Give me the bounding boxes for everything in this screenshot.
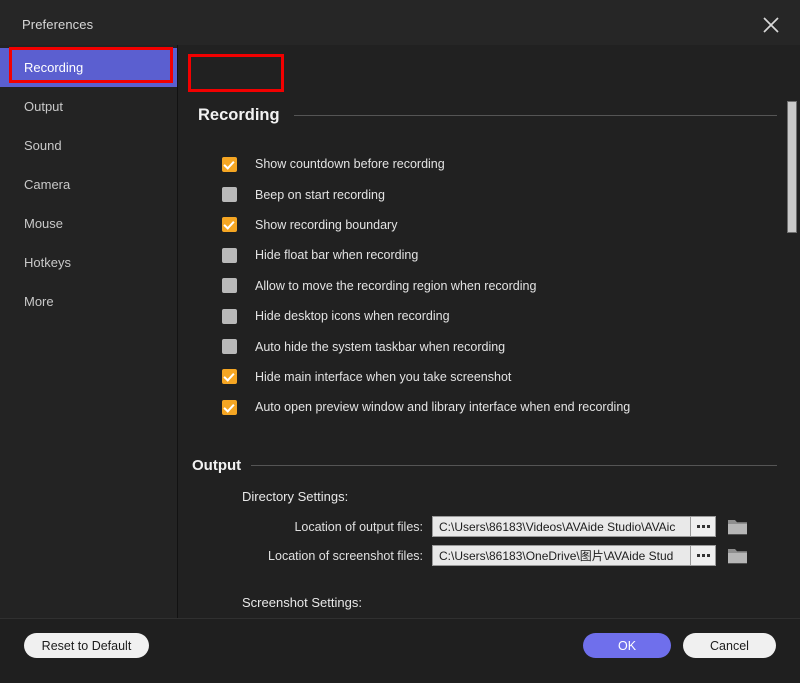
checkbox-icon[interactable] xyxy=(222,308,237,324)
output-files-folder-icon[interactable] xyxy=(727,518,748,536)
window-title: Preferences xyxy=(22,17,94,32)
option-beep-on-start[interactable]: Beep on start recording xyxy=(222,179,630,209)
section-header-output: Output xyxy=(192,457,777,474)
settings-panel: Recording Show countdown before recordin… xyxy=(178,45,800,618)
sidebar-item-more[interactable]: More xyxy=(0,282,177,321)
option-show-countdown[interactable]: Show countdown before recording xyxy=(222,149,630,179)
option-auto-open-preview[interactable]: Auto open preview window and library int… xyxy=(222,392,630,422)
section-divider xyxy=(251,465,777,466)
option-label: Auto open preview window and library int… xyxy=(255,400,631,415)
screenshot-files-browse-button[interactable] xyxy=(691,545,716,566)
checkbox-icon[interactable] xyxy=(222,369,237,385)
sidebar-item-label: Recording xyxy=(24,60,84,75)
reset-to-default-button[interactable]: Reset to Default xyxy=(24,633,149,658)
checkbox-icon[interactable] xyxy=(222,399,237,415)
sidebar-item-camera[interactable]: Camera xyxy=(0,165,177,204)
content-scrollbar-track[interactable] xyxy=(786,92,798,618)
cancel-button[interactable]: Cancel xyxy=(683,633,776,658)
ellipsis-icon xyxy=(696,525,710,528)
sidebar-item-label: Camera xyxy=(24,177,71,192)
sidebar-item-label: More xyxy=(24,294,54,309)
option-hide-desktop-icons[interactable]: Hide desktop icons when recording xyxy=(222,301,630,331)
option-label: Hide desktop icons when recording xyxy=(255,309,450,324)
screenshot-settings-label: Screenshot Settings: xyxy=(242,595,362,610)
sidebar-item-hotkeys[interactable]: Hotkeys xyxy=(0,243,177,282)
sidebar-item-mouse[interactable]: Mouse xyxy=(0,204,177,243)
option-label: Hide float bar when recording xyxy=(255,248,419,263)
sidebar-item-recording[interactable]: Recording xyxy=(0,48,177,87)
screenshot-files-input[interactable]: C:\Users\86183\OneDrive\图片\AVAide Stud xyxy=(432,545,691,566)
close-icon[interactable] xyxy=(758,12,784,38)
section-title: Output xyxy=(192,457,242,474)
option-hide-main-interface[interactable]: Hide main interface when you take screen… xyxy=(222,362,630,392)
option-allow-move-region[interactable]: Allow to move the recording region when … xyxy=(222,271,630,301)
page-title: Recording xyxy=(198,106,280,124)
directory-settings-label: Directory Settings: xyxy=(242,489,349,504)
option-label: Allow to move the recording region when … xyxy=(255,278,537,293)
checkbox-icon[interactable] xyxy=(222,187,237,203)
screenshot-files-row: Location of screenshot files: C:\Users\8… xyxy=(178,545,748,566)
option-hide-float-bar[interactable]: Hide float bar when recording xyxy=(222,240,630,270)
output-files-row: Location of output files: C:\Users\86183… xyxy=(178,516,748,537)
output-files-label: Location of output files: xyxy=(294,519,423,534)
checkbox-icon[interactable] xyxy=(222,156,237,172)
option-label: Beep on start recording xyxy=(255,187,385,202)
screenshot-files-folder-icon[interactable] xyxy=(727,547,748,565)
option-label: Show recording boundary xyxy=(255,217,398,232)
option-label: Auto hide the system taskbar when record… xyxy=(255,339,506,354)
sidebar-item-label: Mouse xyxy=(24,216,64,231)
sidebar-item-output[interactable]: Output xyxy=(0,87,177,126)
sidebar-item-label: Output xyxy=(24,99,64,114)
ellipsis-icon xyxy=(696,554,710,557)
section-divider xyxy=(293,115,777,116)
checkbox-icon[interactable] xyxy=(222,217,237,233)
checkbox-icon[interactable] xyxy=(222,278,237,294)
checkbox-icon[interactable] xyxy=(222,339,237,355)
sidebar-item-label: Sound xyxy=(24,138,62,153)
title-bar: Preferences xyxy=(0,0,800,46)
screenshot-files-label: Location of screenshot files: xyxy=(268,548,423,563)
recording-options-list: Show countdown before recording Beep on … xyxy=(222,149,630,423)
preferences-window: Preferences Recording Output Sound Camer… xyxy=(0,0,800,683)
option-label: Hide main interface when you take screen… xyxy=(255,369,512,384)
sidebar-item-sound[interactable]: Sound xyxy=(0,126,177,165)
option-label: Show countdown before recording xyxy=(255,157,445,172)
sidebar-item-label: Hotkeys xyxy=(24,255,71,270)
checkbox-icon[interactable] xyxy=(222,247,237,263)
footer-bar: Reset to Default OK Cancel xyxy=(0,618,800,683)
option-show-boundary[interactable]: Show recording boundary xyxy=(222,210,630,240)
section-header-recording: Recording xyxy=(192,106,777,125)
option-auto-hide-taskbar[interactable]: Auto hide the system taskbar when record… xyxy=(222,331,630,361)
output-files-browse-button[interactable] xyxy=(691,516,716,537)
ok-button[interactable]: OK xyxy=(583,633,671,658)
output-files-input[interactable]: C:\Users\86183\Videos\AVAide Studio\AVAi… xyxy=(432,516,691,537)
content-scrollbar-thumb[interactable] xyxy=(787,101,797,233)
sidebar: Recording Output Sound Camera Mouse Hotk… xyxy=(0,45,178,618)
